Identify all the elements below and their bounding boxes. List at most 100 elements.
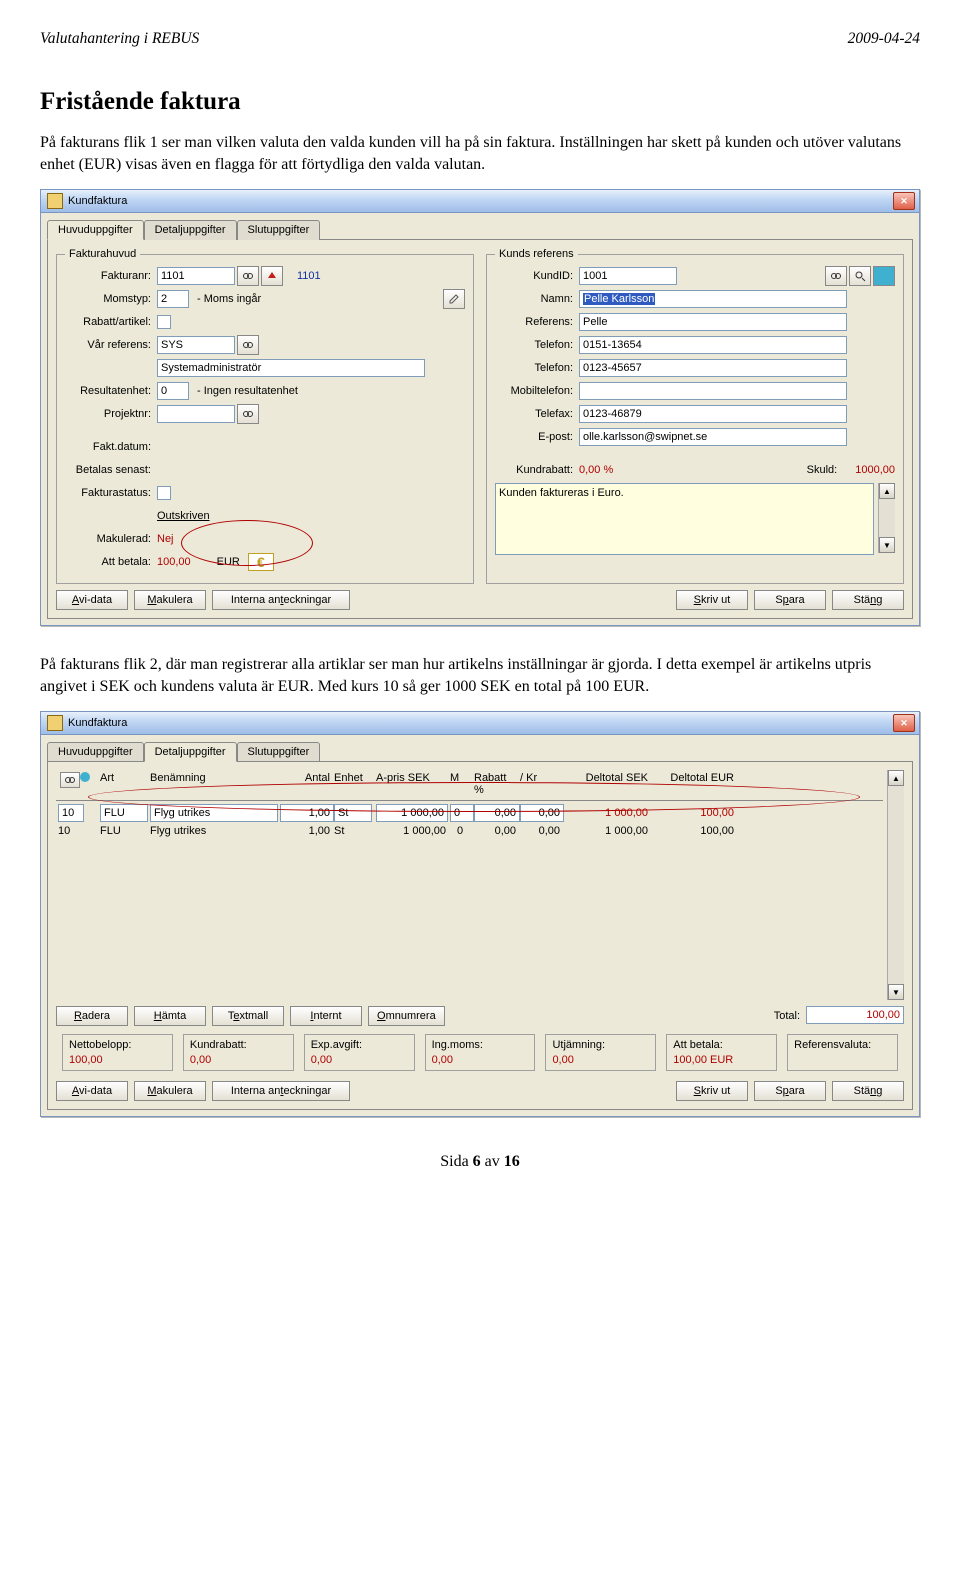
- button-internt[interactable]: Internt: [290, 1006, 362, 1026]
- note-textarea[interactable]: Kunden faktureras i Euro.: [495, 483, 874, 555]
- globe-icon[interactable]: [873, 266, 895, 286]
- paragraph-1: På fakturans flik 1 ser man vilken valut…: [40, 132, 920, 175]
- input-varref-name[interactable]: [157, 359, 425, 377]
- tab-detaljuppgifter[interactable]: Detaljuppgifter: [144, 220, 237, 240]
- input-art[interactable]: [100, 804, 148, 822]
- magnify-icon[interactable]: [849, 266, 871, 286]
- input-row-id[interactable]: [58, 804, 84, 822]
- tab-detaljuppgifter[interactable]: Detaljuppgifter: [144, 742, 237, 762]
- input-telefon-1[interactable]: [579, 336, 847, 354]
- button-makulera[interactable]: Makulera: [134, 1081, 206, 1101]
- input-rabatt-pct[interactable]: [474, 804, 520, 822]
- fakturanr-echo: 1101: [297, 270, 321, 282]
- lbl-projektnr: Projektnr:: [65, 408, 157, 420]
- checkbox-status[interactable]: [157, 486, 171, 500]
- binoculars-icon[interactable]: [60, 772, 80, 788]
- button-makulera[interactable]: Makulera: [134, 590, 206, 610]
- checkbox-rabatt[interactable]: [157, 315, 171, 329]
- button-spara[interactable]: Spara: [754, 1081, 826, 1101]
- input-fakturanr[interactable]: [157, 267, 235, 285]
- input-apris[interactable]: [376, 804, 448, 822]
- input-epost[interactable]: [579, 428, 847, 446]
- scroll-up-icon[interactable]: ▲: [888, 770, 904, 786]
- heading: Fristående faktura: [40, 88, 920, 116]
- input-telefon-2[interactable]: [579, 359, 847, 377]
- button-spara[interactable]: Spara: [754, 590, 826, 610]
- button-textmall[interactable]: Textmall: [212, 1006, 284, 1026]
- pencil-icon[interactable]: [443, 289, 465, 309]
- input-telefax[interactable]: [579, 405, 847, 423]
- input-enhet[interactable]: [334, 804, 372, 822]
- button-skriv-ut[interactable]: Skriv ut: [676, 1081, 748, 1101]
- lbl-kundid: KundID:: [495, 270, 579, 282]
- tab-slutuppgifter[interactable]: Slutuppgifter: [237, 742, 321, 762]
- input-varref[interactable]: [157, 336, 235, 354]
- total-value: 100,00: [806, 1006, 904, 1024]
- input-mobil[interactable]: [579, 382, 847, 400]
- deltotal-sek: 1 000,00: [562, 807, 650, 819]
- skuld-value: 1000,00: [855, 464, 895, 476]
- titlebar: Kundfaktura ✕: [41, 712, 919, 735]
- scrollbar[interactable]: ▲ ▼: [878, 483, 895, 553]
- lbl-var-referens: Vår referens:: [65, 339, 157, 351]
- cell-rabatt-pct: 0,00: [472, 825, 518, 837]
- table-header: Art Benämning Antal Enhet A-pris SEK M R…: [56, 770, 883, 801]
- input-resultat[interactable]: [157, 382, 189, 400]
- cell-enhet: St: [332, 825, 374, 837]
- scroll-up-icon[interactable]: ▲: [879, 483, 895, 499]
- input-namn[interactable]: Pelle Karlsson: [579, 290, 847, 308]
- momstyp-text: - Moms ingår: [197, 293, 261, 305]
- titlebar: Kundfaktura ✕: [41, 190, 919, 213]
- button-interna-anteckningar[interactable]: Interna anteckningar: [212, 590, 350, 610]
- input-benamning[interactable]: [150, 804, 278, 822]
- lbl-resultatenhet: Resultatenhet:: [65, 385, 157, 397]
- input-m[interactable]: [450, 804, 474, 822]
- window-kundfaktura-2: Kundfaktura ✕ Huvuduppgifter Detaljuppgi…: [40, 711, 920, 1117]
- lbl-fakturanr: Fakturanr:: [65, 270, 157, 282]
- lbl-epost: E-post:: [495, 431, 579, 443]
- kundrabatt-value: 0,00 %: [579, 464, 613, 476]
- binoculars-icon[interactable]: [237, 404, 259, 424]
- summary-nettobelopp: Nettobelopp: 100,00: [62, 1034, 173, 1071]
- input-projektnr[interactable]: [157, 405, 235, 423]
- app-icon: [47, 193, 63, 209]
- col-antal: Antal: [278, 772, 332, 796]
- col-enhet: Enhet: [332, 772, 374, 796]
- doc-date: 2009-04-24: [848, 30, 920, 48]
- summary-utjamning: Utjämning: 0,00: [545, 1034, 656, 1071]
- button-interna-anteckningar[interactable]: Interna anteckningar: [212, 1081, 350, 1101]
- tab-slutuppgifter[interactable]: Slutuppgifter: [237, 220, 321, 240]
- button-omnumrera[interactable]: Omnumrera: [368, 1006, 445, 1026]
- legend-fakturahuvud: Fakturahuvud: [65, 248, 140, 260]
- tab-huvuduppgifter[interactable]: Huvuduppgifter: [47, 742, 144, 762]
- input-referens[interactable]: [579, 313, 847, 331]
- col-rabatt-kr: / Kr: [518, 772, 562, 796]
- button-avi-data[interactable]: Avi-data: [56, 1081, 128, 1101]
- binoculars-icon[interactable]: [237, 266, 259, 286]
- binoculars-icon[interactable]: [825, 266, 847, 286]
- col-deltotal-sek: Deltotal SEK: [562, 772, 650, 796]
- input-momstyp[interactable]: [157, 290, 189, 308]
- input-rabatt-kr[interactable]: [520, 804, 564, 822]
- red-arrow-icon[interactable]: [261, 266, 283, 286]
- button-stang[interactable]: Stäng: [832, 1081, 904, 1101]
- button-hamta[interactable]: Hämta: [134, 1006, 206, 1026]
- close-icon[interactable]: ✕: [893, 192, 915, 210]
- button-avi-data[interactable]: AAvi-datavi-data: [56, 590, 128, 610]
- scrollbar[interactable]: ▲ ▼: [887, 770, 904, 1000]
- scroll-down-icon[interactable]: ▼: [879, 537, 895, 553]
- scroll-down-icon[interactable]: ▼: [888, 984, 904, 1000]
- cell-rabatt-kr: 0,00: [518, 825, 562, 837]
- close-icon[interactable]: ✕: [893, 714, 915, 732]
- input-kundid[interactable]: [579, 267, 677, 285]
- button-skriv-ut[interactable]: Skriv ut: [676, 590, 748, 610]
- binoculars-icon[interactable]: [237, 335, 259, 355]
- globe-icon[interactable]: [80, 772, 90, 782]
- deltotal-eur: 100,00: [650, 807, 736, 819]
- input-antal[interactable]: [280, 804, 334, 822]
- button-stang[interactable]: Stäng: [832, 590, 904, 610]
- lbl-telefax: Telefax:: [495, 408, 579, 420]
- legend-kunds-referens: Kunds referens: [495, 248, 578, 260]
- button-radera[interactable]: Radera: [56, 1006, 128, 1026]
- tab-huvuduppgifter[interactable]: Huvuduppgifter: [47, 220, 144, 240]
